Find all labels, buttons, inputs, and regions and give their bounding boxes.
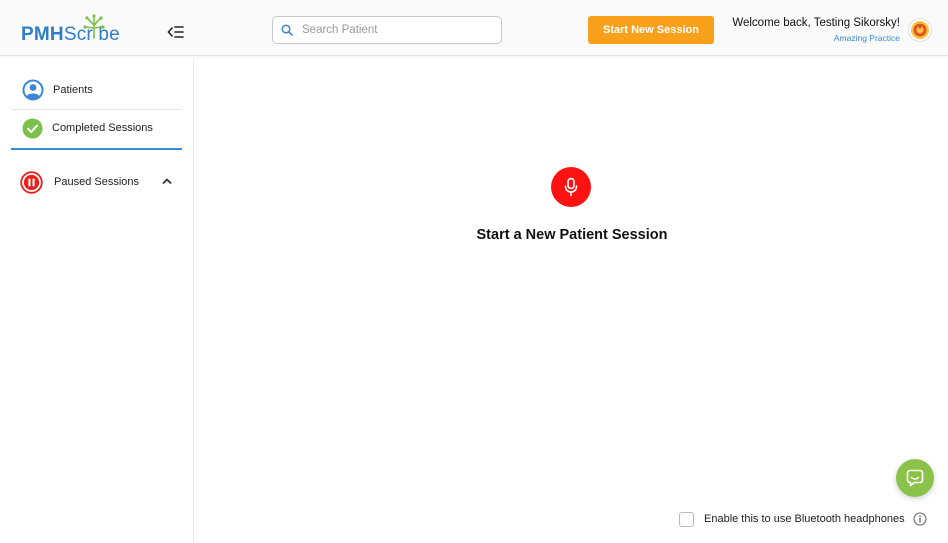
practice-name-link[interactable]: Amazing Practice xyxy=(732,33,900,43)
chevron-up-icon[interactable] xyxy=(161,175,173,187)
logo-tree-icon xyxy=(83,14,105,39)
page-title: Start a New Patient Session xyxy=(476,227,668,243)
avatar-emblem-icon xyxy=(911,21,929,39)
sidebar-item-patients[interactable]: Patients xyxy=(11,78,182,102)
user-circle-icon xyxy=(22,79,44,101)
top-bar: PMHScr be Search Patient Start New Sessi… xyxy=(0,0,948,56)
logo-pmh-text: PMH xyxy=(21,24,64,45)
start-new-session-button[interactable]: Start New Session xyxy=(588,16,714,44)
info-icon[interactable] xyxy=(913,512,927,526)
sidebar-divider xyxy=(11,109,182,110)
microphone-icon xyxy=(564,177,578,197)
start-recording-button[interactable] xyxy=(551,167,591,207)
search-icon xyxy=(281,24,293,36)
sidebar-item-label: Completed Sessions xyxy=(52,122,153,134)
welcome-text: Welcome back, Testing Sikorsky! xyxy=(732,17,900,29)
sidebar: Patients Completed Sessions Paused Sessi… xyxy=(0,57,194,543)
sidebar-active-indicator xyxy=(11,148,182,150)
search-input[interactable] xyxy=(302,24,492,36)
bluetooth-checkbox[interactable] xyxy=(679,511,694,527)
sidebar-item-completed-sessions[interactable]: Completed Sessions xyxy=(11,117,182,139)
chat-support-button[interactable] xyxy=(896,459,934,497)
check-circle-icon xyxy=(22,118,43,138)
bluetooth-option: Enable this to use Bluetooth headphones xyxy=(679,511,927,527)
search-box[interactable] xyxy=(272,16,502,44)
pause-circle-icon xyxy=(20,170,43,194)
collapse-sidebar-button[interactable] xyxy=(165,22,187,42)
sidebar-item-paused-sessions[interactable]: Paused Sessions xyxy=(11,170,182,194)
chat-bubble-icon xyxy=(906,469,924,487)
practice-avatar[interactable] xyxy=(908,18,932,42)
bluetooth-label: Enable this to use Bluetooth headphones xyxy=(704,513,905,525)
sidebar-item-label: Paused Sessions xyxy=(54,176,139,188)
sidebar-item-label: Patients xyxy=(53,84,93,96)
welcome-block: Welcome back, Testing Sikorsky! Amazing … xyxy=(732,17,900,43)
collapse-menu-icon xyxy=(167,26,184,38)
pmhscribe-logo[interactable]: PMHScr be xyxy=(21,14,120,46)
